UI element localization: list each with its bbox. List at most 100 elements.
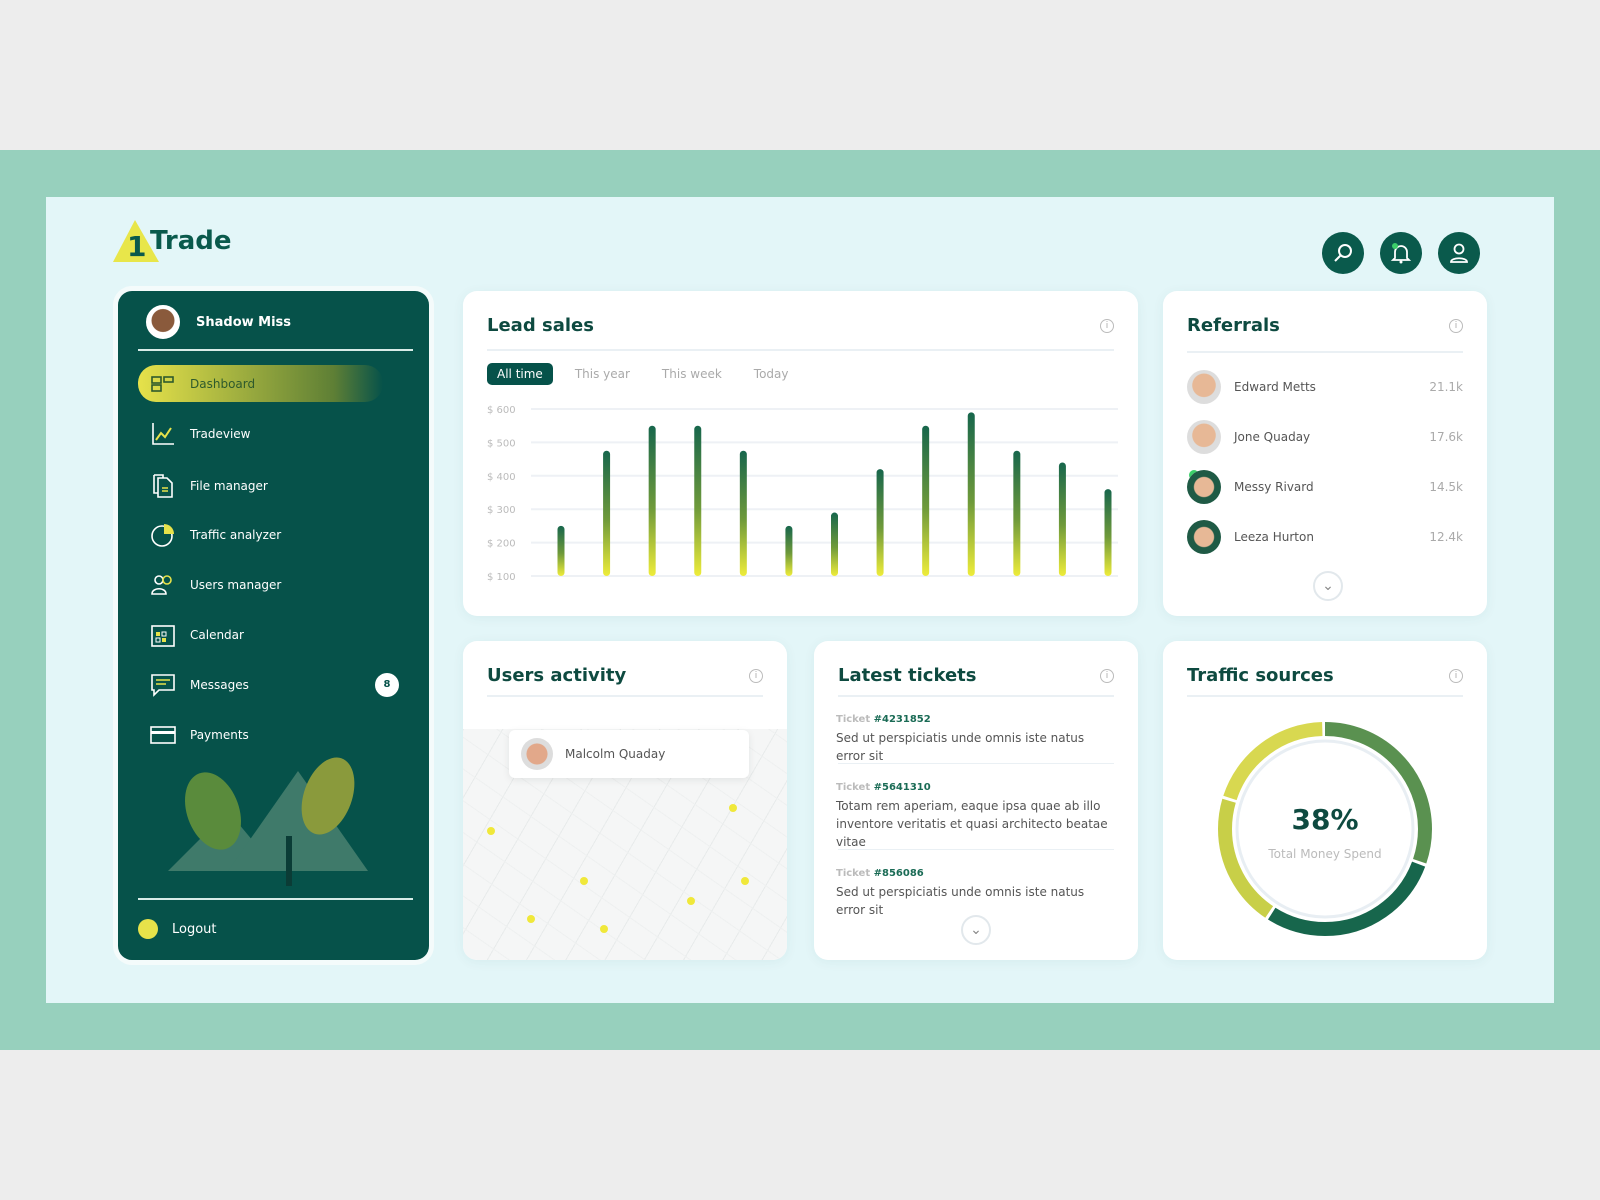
map-marker[interactable]: [600, 925, 608, 933]
bar[interactable]: [1058, 462, 1066, 576]
bar[interactable]: [1013, 450, 1021, 576]
active-user-popup[interactable]: Malcolm Quaday: [509, 730, 749, 778]
bar[interactable]: [967, 412, 975, 576]
tab-today[interactable]: Today: [744, 363, 799, 385]
sidebar-item-label: Traffic analyzer: [190, 527, 282, 542]
info-icon[interactable]: i: [749, 669, 763, 683]
referral-value: 12.4k: [1429, 530, 1463, 544]
ticket-id: #5641310: [873, 782, 931, 793]
expand-chevron-down-icon[interactable]: ⌄: [961, 915, 991, 945]
sidebar-item-payments[interactable]: Payments: [138, 716, 383, 753]
search-icon: [1334, 244, 1352, 262]
bar[interactable]: [785, 525, 793, 576]
sidebar-item-dashboard[interactable]: Dashboard: [138, 365, 383, 402]
tab-all-time[interactable]: All time: [487, 363, 553, 385]
ticket-label: Ticket: [836, 714, 871, 725]
y-tick-label: $ 100: [487, 572, 516, 583]
info-icon[interactable]: i: [1100, 319, 1114, 333]
divider: [138, 898, 413, 900]
info-icon[interactable]: i: [1449, 319, 1463, 333]
tab-this-year[interactable]: This year: [565, 363, 640, 385]
referral-row[interactable]: Edward Metts 21.1k: [1187, 369, 1463, 405]
sidebar-item-label: Users manager: [190, 577, 282, 592]
sidebar-item-file-manager[interactable]: File manager: [138, 467, 383, 504]
map-marker[interactable]: [527, 915, 535, 923]
sidebar-item-label: File manager: [190, 478, 268, 493]
referral-row[interactable]: Jone Quaday 17.6k: [1187, 419, 1463, 455]
avatar: [521, 738, 553, 770]
card-title: Users activity: [487, 665, 627, 686]
divider: [838, 695, 1114, 697]
bar[interactable]: [831, 512, 838, 576]
info-icon[interactable]: i: [1449, 669, 1463, 683]
pie-chart-icon: [151, 523, 174, 547]
bar[interactable]: [603, 450, 611, 576]
users-icon: [151, 574, 172, 595]
sidebar-item-calendar[interactable]: Calendar: [138, 616, 383, 653]
y-tick-label: $ 600: [487, 405, 516, 416]
calendar-icon: [151, 624, 175, 647]
message-icon: [151, 673, 175, 697]
map-marker[interactable]: [729, 804, 737, 812]
bar[interactable]: [694, 425, 702, 576]
logout-button[interactable]: Logout: [138, 919, 217, 939]
sidebar-user[interactable]: Shadow Miss: [146, 305, 291, 339]
bar[interactable]: [648, 425, 656, 576]
expand-chevron-down-icon[interactable]: ⌄: [1313, 571, 1343, 601]
bar[interactable]: [1104, 489, 1112, 576]
y-tick-label: $ 300: [487, 505, 516, 516]
sidebar-item-messages[interactable]: Messages 8: [138, 666, 423, 703]
divider: [138, 349, 413, 351]
file-icon: [153, 473, 173, 498]
avatar: [1187, 520, 1221, 554]
search-button[interactable]: [1322, 232, 1364, 274]
avatar: [146, 305, 180, 339]
ticket-label: Ticket: [836, 782, 871, 793]
sidebar-item-tradeview[interactable]: Tradeview: [138, 415, 383, 452]
card-title: Traffic sources: [1187, 665, 1334, 686]
sidebar-item-label: Calendar: [190, 627, 244, 642]
map-marker[interactable]: [687, 897, 695, 905]
divider: [838, 849, 1114, 850]
divider: [487, 349, 1114, 351]
y-tick-label: $ 200: [487, 539, 516, 550]
ticket-item[interactable]: Ticket #856086 Sed ut perspiciatis unde o…: [836, 865, 1114, 919]
card-title: Referrals: [1187, 315, 1280, 336]
tab-this-week[interactable]: This week: [652, 363, 732, 385]
sidebar-item-label: Messages: [190, 677, 249, 692]
bar[interactable]: [922, 425, 930, 576]
ticket-item[interactable]: Ticket #5641310 Totam rem aperiam, eaque …: [836, 779, 1114, 851]
credit-card-icon: [150, 725, 176, 744]
card-title: Lead sales: [487, 315, 594, 336]
referral-name: Messy Rivard: [1234, 480, 1314, 494]
info-icon[interactable]: i: [1100, 669, 1114, 683]
y-tick-label: $ 500: [487, 438, 516, 449]
traffic-sources-card: Traffic sources i 38% Total Money Spend: [1163, 641, 1487, 960]
ticket-label: Ticket: [836, 868, 871, 879]
user-name: Shadow Miss: [196, 314, 292, 330]
traffic-caption: Total Money Spend: [1268, 847, 1382, 861]
latest-tickets-card: Latest tickets i Ticket #4231852 Sed ut p…: [814, 641, 1138, 960]
logo[interactable]: 1 Trade: [113, 218, 233, 264]
referral-row[interactable]: Leeza Hurton 12.4k: [1187, 519, 1463, 555]
referral-row[interactable]: Messy Rivard 14.5k: [1187, 469, 1463, 505]
bar[interactable]: [557, 525, 565, 576]
bar[interactable]: [739, 450, 747, 576]
sidebar-item-traffic-analyzer[interactable]: Traffic analyzer: [138, 516, 383, 553]
referrals-card: Referrals i Edward Metts 21.1k Jone Quada…: [1163, 291, 1487, 616]
profile-button[interactable]: [1438, 232, 1480, 274]
ticket-id: #4231852: [873, 714, 931, 725]
map-marker[interactable]: [580, 877, 588, 885]
user-icon: [1450, 243, 1468, 263]
sidebar-item-label: Payments: [190, 727, 249, 742]
ticket-text: Sed ut perspiciatis unde omnis iste natu…: [836, 885, 1085, 917]
lead-sales-card: Lead sales i All time This year This wee…: [463, 291, 1138, 616]
sidebar-item-users-manager[interactable]: Users manager: [138, 566, 383, 603]
notifications-button[interactable]: [1380, 232, 1422, 274]
map-marker[interactable]: [741, 877, 749, 885]
bar[interactable]: [876, 469, 884, 576]
ticket-item[interactable]: Ticket #4231852 Sed ut perspiciatis unde …: [836, 711, 1114, 765]
avatar: [1187, 420, 1221, 454]
chart-line-icon: [152, 422, 174, 445]
map-marker[interactable]: [487, 827, 495, 835]
